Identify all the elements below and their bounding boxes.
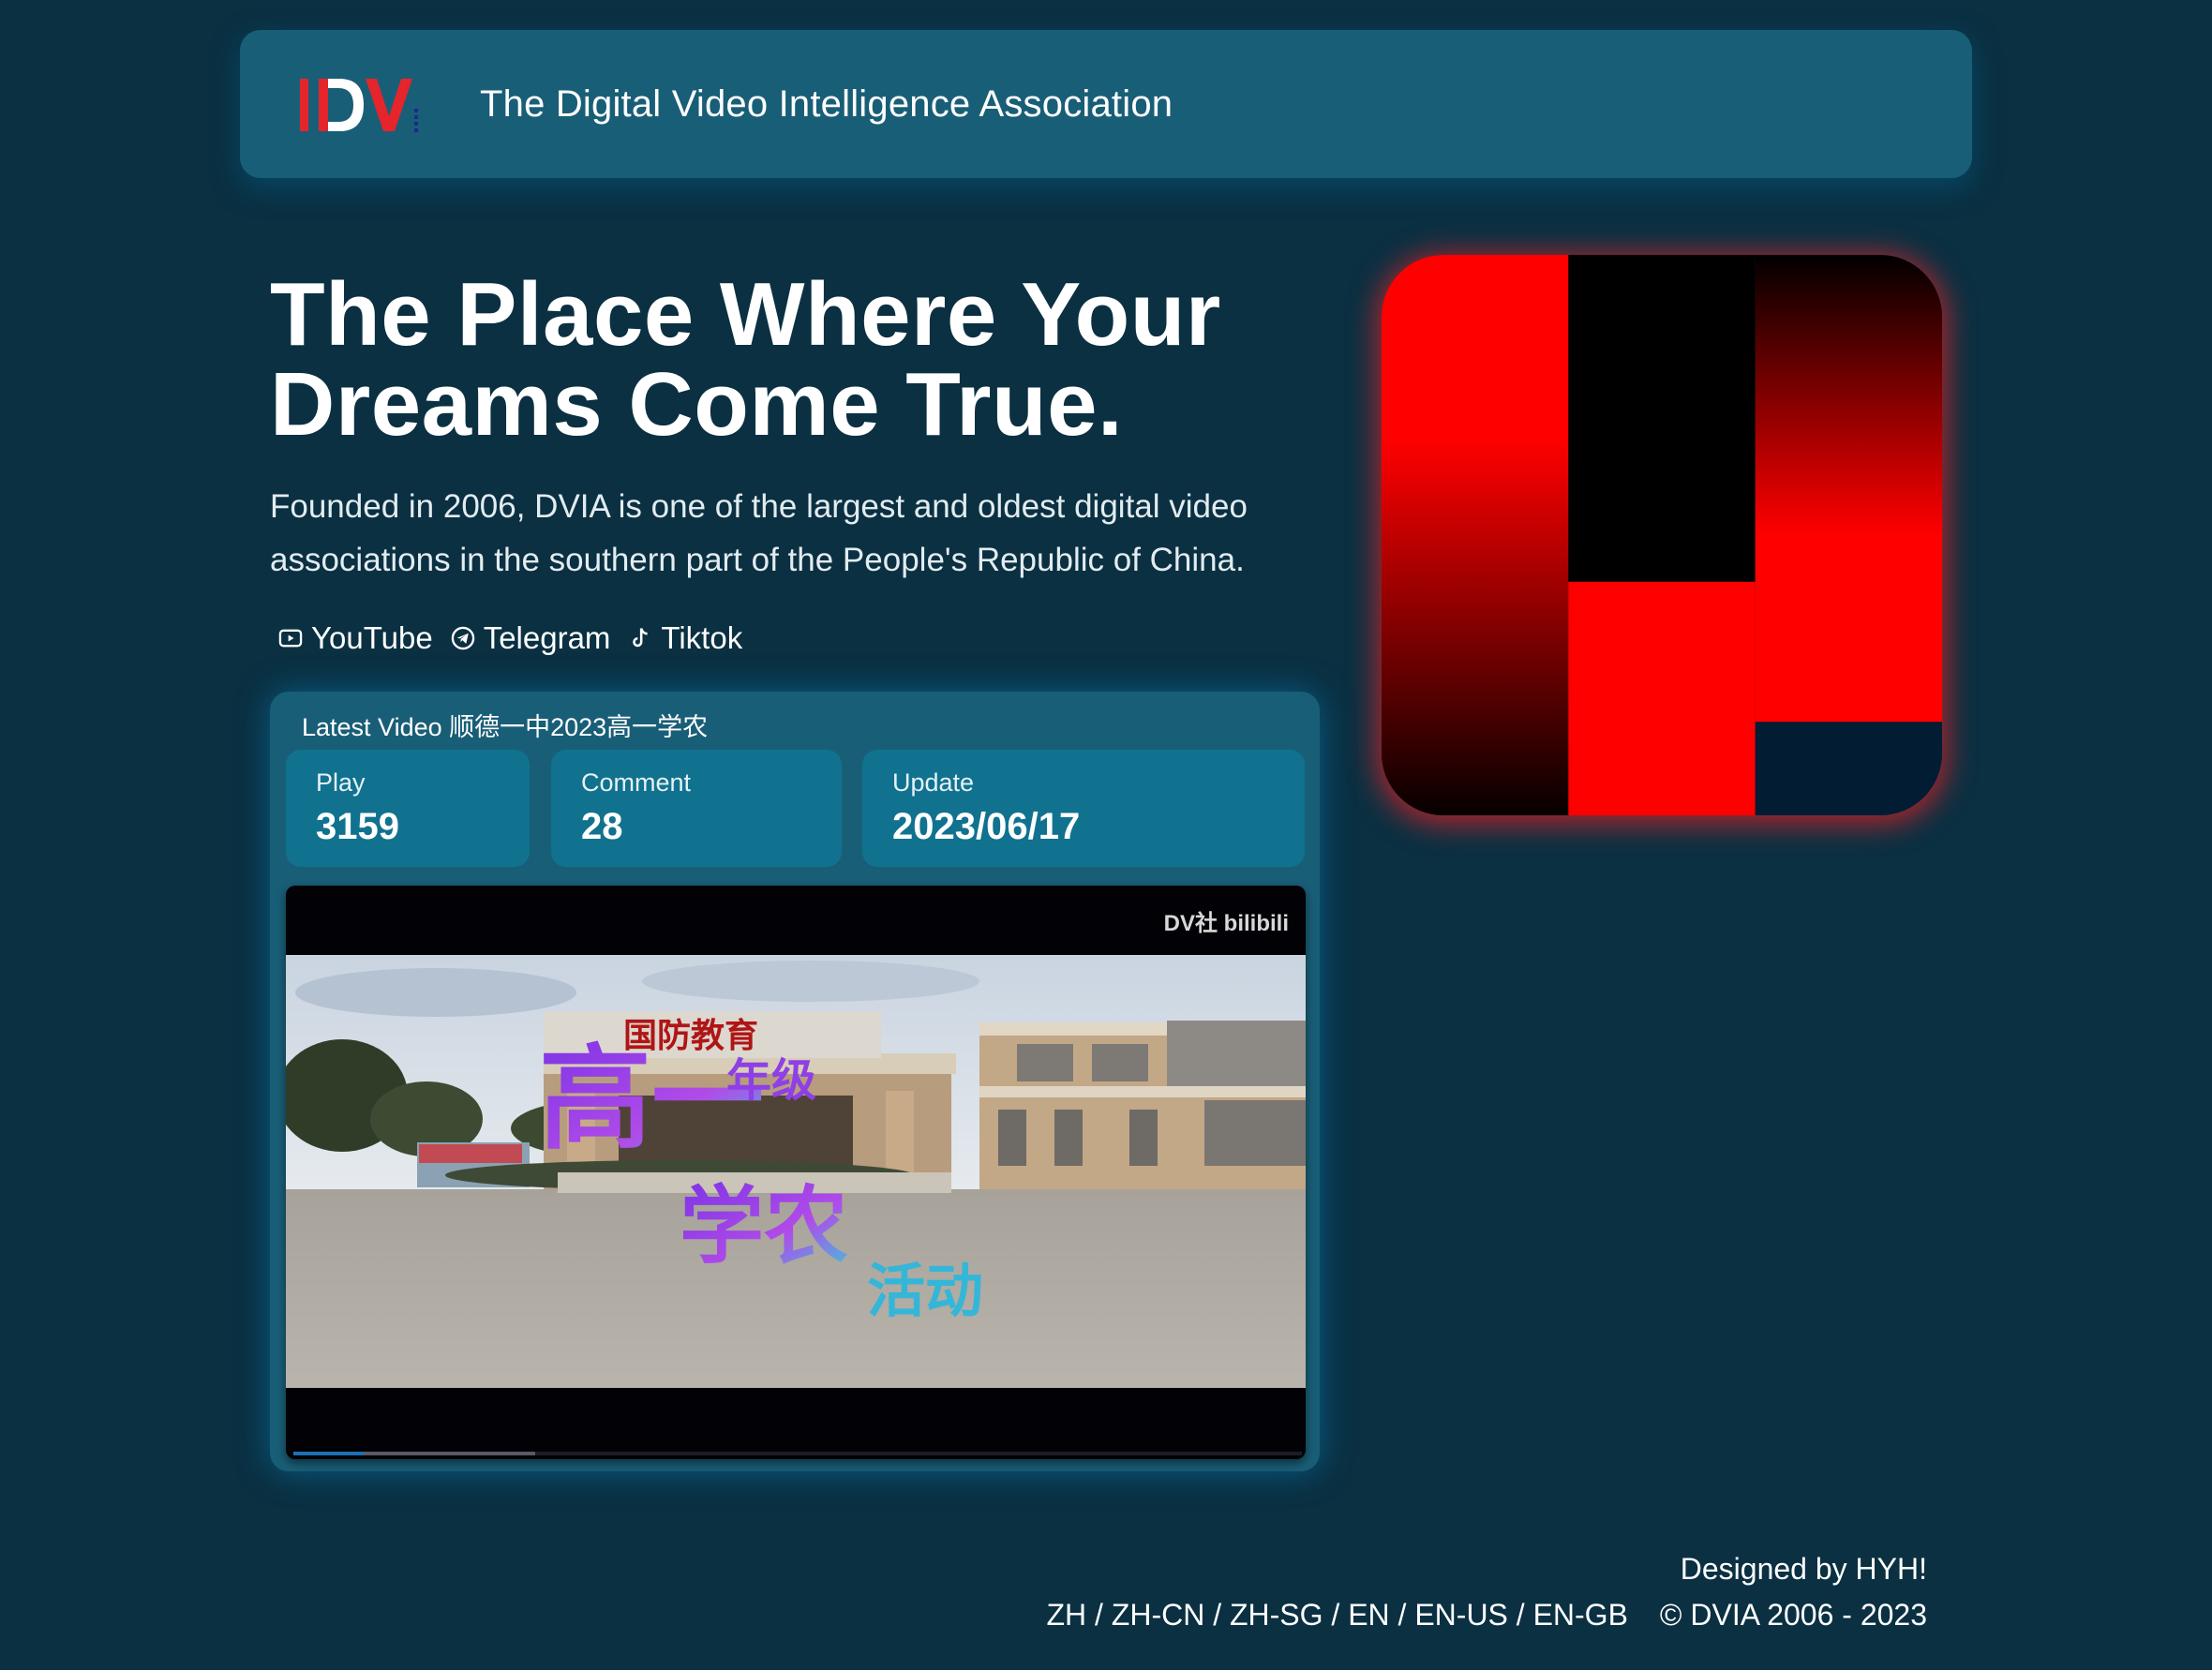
overlay-text-small: 年级 [726, 1054, 816, 1107]
youtube-link[interactable]: YouTube [277, 620, 433, 656]
youtube-icon [278, 629, 303, 648]
telegram-label: Telegram [483, 620, 611, 655]
update-label: Update [892, 768, 975, 797]
art-navy-block [1755, 722, 1942, 815]
video-progress-bar[interactable] [293, 1452, 1302, 1455]
site-header: The Digital Video Intelligence Associati… [240, 30, 1972, 178]
footer-line: ZH / ZH-CN / ZH-SG / EN / EN-US / EN-GB … [1046, 1598, 1927, 1633]
lang-separator: / [1507, 1598, 1533, 1632]
lang-link-zh-sg[interactable]: ZH-SG [1230, 1598, 1323, 1632]
art-center-bottom-block [1568, 581, 1756, 815]
bilibili-watermark: DV社 bilibili [1163, 911, 1289, 936]
site-title[interactable]: The Digital Video Intelligence Associati… [480, 30, 1173, 178]
video-thumbnail-frame[interactable]: 国防教育 高一 年级 学农 活动 [286, 955, 1306, 1388]
lang-link-zh-cn[interactable]: ZH-CN [1112, 1598, 1205, 1632]
tiktok-link[interactable]: Tiktok [627, 620, 742, 656]
comment-value: 28 [581, 806, 623, 847]
copyright-text: © DVIA 2006 - 2023 [1659, 1598, 1927, 1632]
lang-link-en-us[interactable]: EN-US [1414, 1598, 1508, 1632]
language-links: ZH / ZH-CN / ZH-SG / EN / EN-US / EN-GB [1046, 1598, 1627, 1633]
lang-link-en-gb[interactable]: EN-GB [1533, 1598, 1628, 1632]
overlay-text-mid: 学农 [680, 1176, 848, 1275]
designer-credit: Designed by HYH! [1680, 1552, 1927, 1586]
tiktok-label: Tiktok [661, 620, 743, 655]
abstract-art-panel [1382, 255, 1942, 815]
lang-separator: / [1323, 1598, 1349, 1632]
art-right-column [1755, 255, 1942, 723]
art-center-top-block [1568, 255, 1756, 582]
video-player[interactable]: DV社 bilibili 国防教育 高一 年级 学农 活动 [286, 886, 1306, 1459]
update-date-stat: Update 2023/06/17 [862, 750, 1305, 867]
video-played-bar [293, 1452, 365, 1455]
lang-separator: / [1389, 1598, 1415, 1632]
update-value: 2023/06/17 [892, 806, 1081, 847]
social-links: YouTube Telegram Tiktok [277, 615, 759, 662]
youtube-label: YouTube [311, 620, 433, 655]
latest-video-title[interactable]: Latest Video 顺德一中2023高一学农 [302, 707, 708, 743]
telegram-icon [451, 626, 474, 650]
hero-description: Founded in 2006, DVIA is one of the larg… [270, 488, 1248, 578]
art-left-column [1382, 255, 1569, 815]
lang-link-zh[interactable]: ZH [1046, 1598, 1086, 1632]
latest-video-card: Latest Video 顺德一中2023高一学农 Play 3159 Comm… [270, 692, 1320, 1471]
overlay-text-tail: 活动 [867, 1257, 983, 1325]
hero-title: The Place Where Your Dreams Come True. [270, 264, 1221, 455]
telegram-link[interactable]: Telegram [450, 620, 611, 656]
play-count-stat: Play 3159 [286, 750, 530, 867]
play-label: Play [316, 768, 366, 797]
tiktok-icon [633, 628, 649, 648]
play-value: 3159 [316, 806, 399, 847]
lang-separator: / [1086, 1598, 1112, 1632]
dvia-logo[interactable] [298, 71, 422, 137]
lang-link-en[interactable]: EN [1348, 1598, 1389, 1632]
lang-separator: / [1204, 1598, 1230, 1632]
comment-label: Comment [581, 768, 692, 797]
comment-count-stat: Comment 28 [551, 750, 842, 867]
